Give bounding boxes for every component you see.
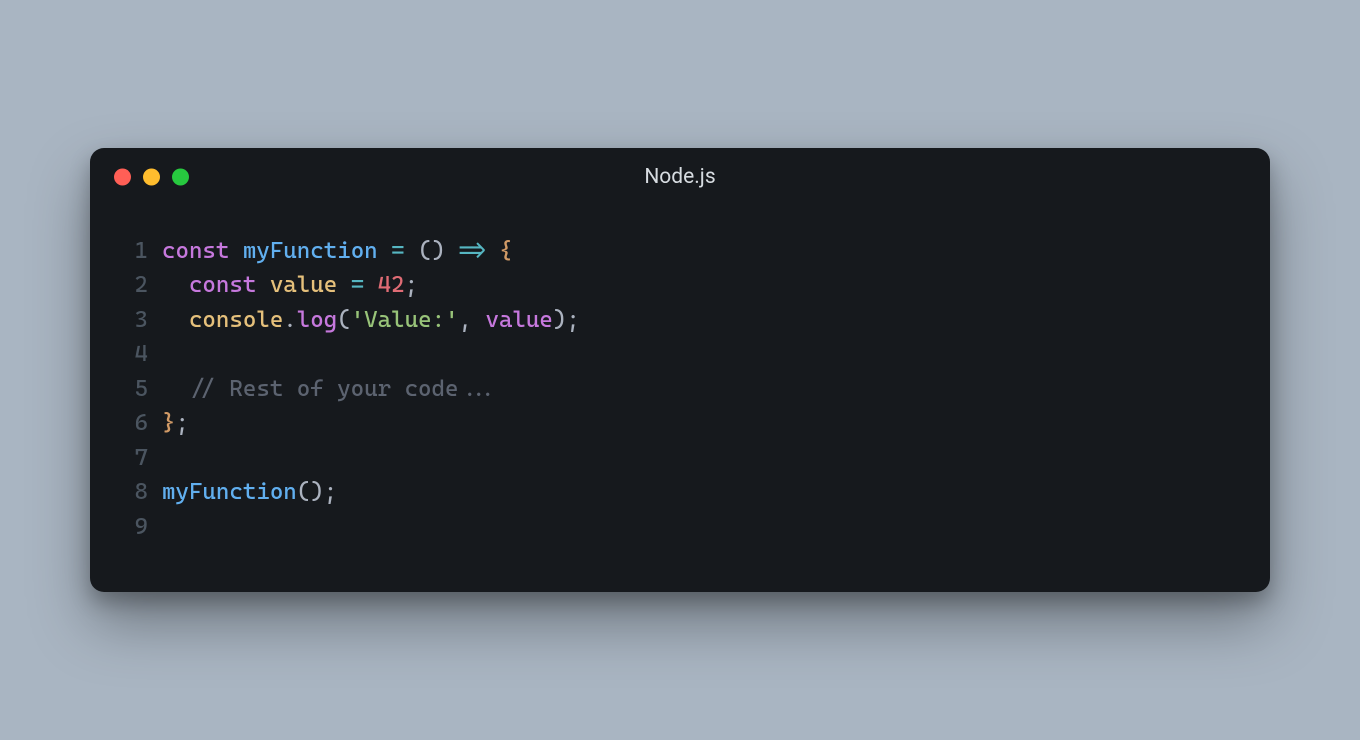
code-window: Node.js 1const myFunction = () => {2 con…	[90, 148, 1270, 593]
line-number: 3	[90, 303, 162, 338]
code-line[interactable]: 4	[90, 337, 1270, 372]
code-content[interactable]: console.log('Value:', value);	[162, 303, 580, 338]
traffic-lights	[114, 168, 189, 185]
close-icon[interactable]	[114, 168, 131, 185]
window-title: Node.js	[90, 165, 1270, 189]
code-content[interactable]: const myFunction = () => {	[162, 234, 512, 269]
code-line[interactable]: 6};	[90, 406, 1270, 441]
code-line[interactable]: 5 // Rest of your code...	[90, 372, 1270, 407]
code-line[interactable]: 3 console.log('Value:', value);	[90, 303, 1270, 338]
code-content[interactable]: const value = 42;	[162, 268, 418, 303]
titlebar: Node.js	[90, 148, 1270, 206]
code-line[interactable]: 1const myFunction = () => {	[90, 234, 1270, 269]
line-number: 5	[90, 372, 162, 407]
code-content[interactable]: };	[162, 406, 189, 441]
zoom-icon[interactable]	[172, 168, 189, 185]
line-number: 2	[90, 268, 162, 303]
code-editor[interactable]: 1const myFunction = () => {2 const value…	[90, 206, 1270, 593]
code-content[interactable]: myFunction();	[162, 475, 337, 510]
line-number: 9	[90, 510, 162, 545]
code-line[interactable]: 9	[90, 510, 1270, 545]
line-number: 1	[90, 234, 162, 269]
line-number: 4	[90, 337, 162, 372]
line-number: 7	[90, 441, 162, 476]
code-content[interactable]: // Rest of your code...	[162, 372, 499, 407]
line-number: 6	[90, 406, 162, 441]
code-line[interactable]: 7	[90, 441, 1270, 476]
minimize-icon[interactable]	[143, 168, 160, 185]
line-number: 8	[90, 475, 162, 510]
code-line[interactable]: 8myFunction();	[90, 475, 1270, 510]
code-line[interactable]: 2 const value = 42;	[90, 268, 1270, 303]
